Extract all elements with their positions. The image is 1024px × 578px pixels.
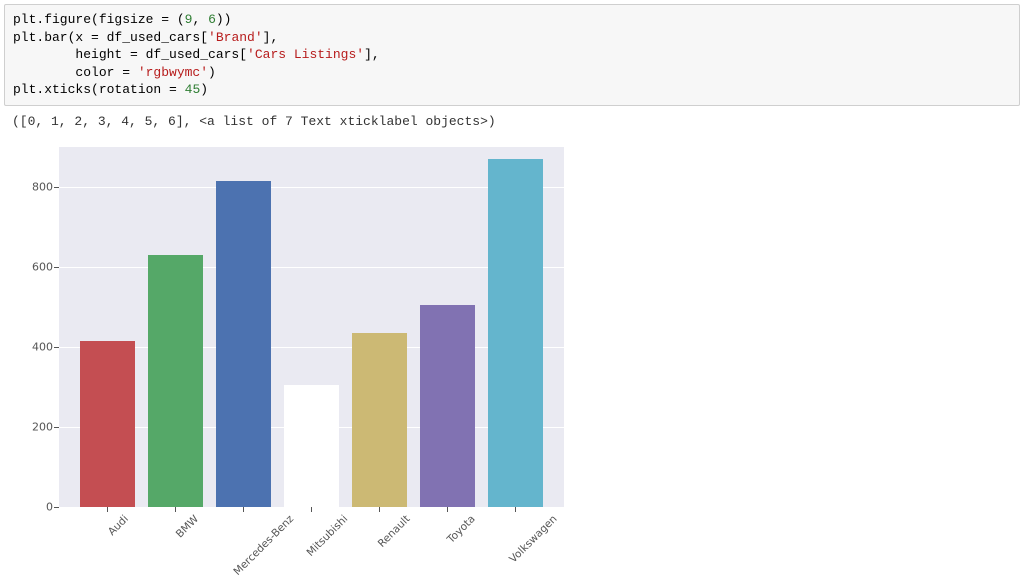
xtick-label: Toyota xyxy=(445,513,478,546)
code-line: color = 'rgbwymc') xyxy=(13,65,216,80)
xtick-label: Mercedes-Benz xyxy=(231,513,296,578)
xtick-mark xyxy=(515,507,516,512)
ytick-label: 600 xyxy=(25,260,53,273)
bar xyxy=(148,255,203,507)
bar-slot: Mercedes-Benz xyxy=(209,147,277,507)
bar-slot: Volkswagen xyxy=(482,147,550,507)
bar xyxy=(488,159,543,507)
output-text: ([0, 1, 2, 3, 4, 5, 6], <a list of 7 Tex… xyxy=(4,112,1020,137)
code-line: plt.xticks(rotation = 45) xyxy=(13,82,208,97)
xtick-mark xyxy=(107,507,108,512)
ytick-label: 200 xyxy=(25,420,53,433)
xtick-mark xyxy=(243,507,244,512)
xtick-mark xyxy=(447,507,448,512)
xtick-label: BMW xyxy=(174,513,201,540)
bar-slot: Audi xyxy=(73,147,141,507)
bar xyxy=(284,385,339,507)
xtick-mark xyxy=(175,507,176,512)
xtick-label: Audi xyxy=(106,513,131,538)
xtick-mark xyxy=(379,507,380,512)
bar xyxy=(216,181,271,507)
ytick-label: 400 xyxy=(25,340,53,353)
ytick-label: 800 xyxy=(25,180,53,193)
code-line: plt.bar(x = df_used_cars['Brand'], xyxy=(13,30,278,45)
bar-slot: Toyota xyxy=(414,147,482,507)
bar xyxy=(420,305,475,507)
xtick-mark xyxy=(311,507,312,512)
bar-slot: BMW xyxy=(141,147,209,507)
code-line: height = df_used_cars['Cars Listings'], xyxy=(13,47,380,62)
ytick-label: 0 xyxy=(25,500,53,513)
bar xyxy=(80,341,135,507)
code-cell[interactable]: plt.figure(figsize = (9, 6)) plt.bar(x =… xyxy=(4,4,1020,106)
bar-chart: 0200400600800 AudiBMWMercedes-BenzMitsub… xyxy=(4,147,564,507)
xtick-label: Volkswagen xyxy=(507,513,559,565)
code-line: plt.figure(figsize = (9, 6)) xyxy=(13,12,231,27)
xtick-label: Mitsubishi xyxy=(305,513,351,559)
xtick-label: Renault xyxy=(375,513,412,550)
bar xyxy=(352,333,407,507)
bar-slot: Mitsubishi xyxy=(277,147,345,507)
ytick-mark xyxy=(54,507,59,508)
bar-slot: Renault xyxy=(346,147,414,507)
plot-area: 0200400600800 AudiBMWMercedes-BenzMitsub… xyxy=(59,147,564,507)
